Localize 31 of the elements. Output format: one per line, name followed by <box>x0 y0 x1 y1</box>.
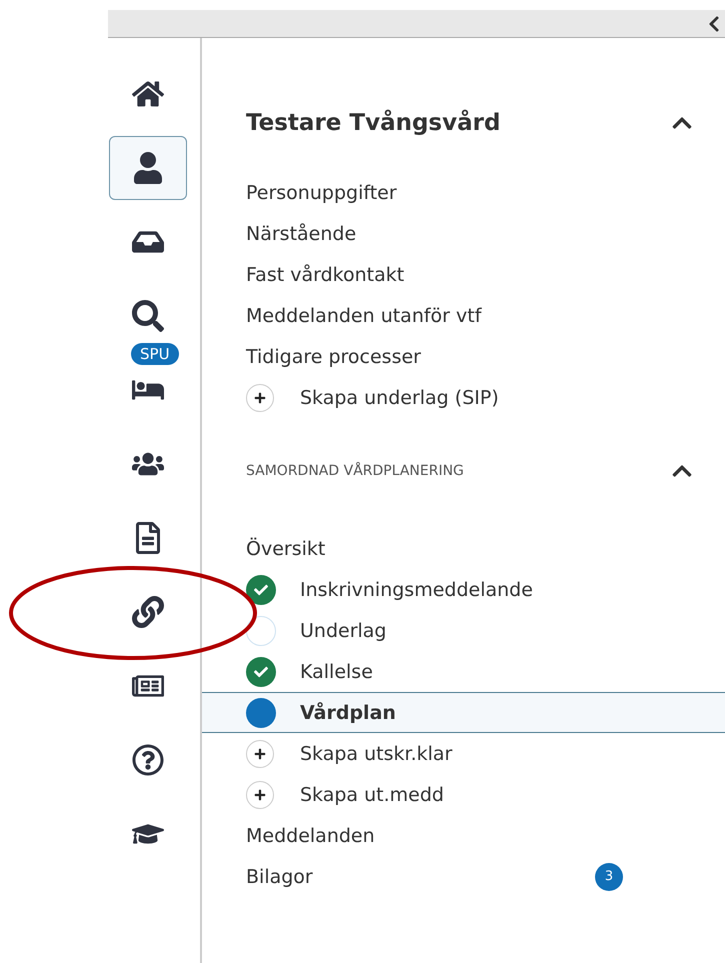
menu-item[interactable]: Underlag <box>202 610 725 651</box>
selected-menu-item[interactable]: Vårdplan <box>202 692 725 733</box>
person-icon <box>132 152 164 184</box>
add-icon <box>246 384 274 412</box>
nav-button[interactable] <box>109 136 187 200</box>
menu-item[interactable]: Personuppgifter <box>202 172 725 213</box>
menu-item[interactable]: Tidigare processer <box>202 336 725 377</box>
search-icon <box>132 300 164 332</box>
check-status-icon <box>246 656 276 686</box>
menu-item[interactable]: Meddelanden utanför vtf <box>202 295 725 336</box>
menu-item[interactable]: Inskrivningsmeddelande <box>202 569 725 610</box>
menu-item[interactable]: Skapa utskr.klar <box>202 733 725 774</box>
link-icon <box>132 596 164 628</box>
status-circle-icon <box>246 698 276 728</box>
menu-item[interactable]: Meddelanden <box>202 815 725 856</box>
help-icon <box>132 744 164 776</box>
spu-badge: SPU <box>131 343 179 365</box>
check-status-icon <box>246 574 276 604</box>
menu-item[interactable]: Bilagor 3 <box>202 856 725 897</box>
menu-item[interactable]: Närstående <box>202 213 725 254</box>
menu-item[interactable]: Översikt <box>202 528 725 569</box>
add-icon <box>246 780 274 808</box>
menu-item[interactable]: Skapa underlag (SIP) <box>202 377 725 418</box>
patient-name: Testare Tvångsvård <box>246 110 500 136</box>
menu-item[interactable]: Skapa ut.medd <box>202 774 725 815</box>
count-badge: 3 <box>595 862 623 890</box>
section-title: SAMORDNAD VÅRDPLANERING <box>246 463 464 479</box>
menu-item[interactable]: Fast vårdkontakt <box>202 254 725 295</box>
add-icon <box>246 740 274 768</box>
menu-item[interactable]: Kallelse <box>202 651 725 692</box>
status-circle-icon <box>246 616 276 646</box>
